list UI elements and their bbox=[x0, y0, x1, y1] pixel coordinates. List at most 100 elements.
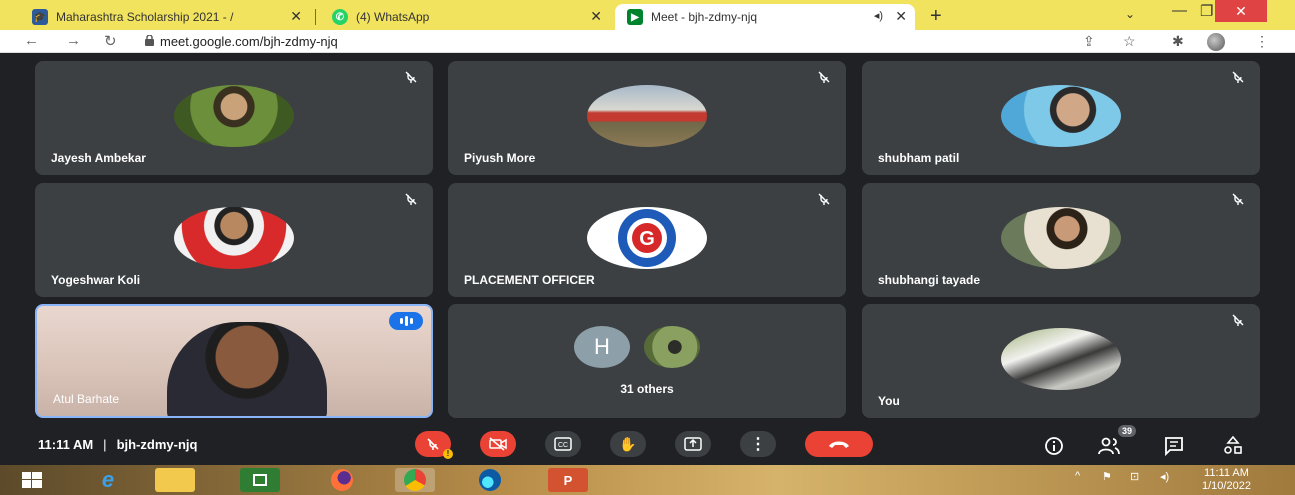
tab-divider bbox=[315, 9, 316, 25]
others-tile[interactable]: H 31 others bbox=[448, 304, 846, 418]
bookmark-star-icon[interactable]: ☆ bbox=[1123, 33, 1136, 50]
menu-kebab-icon[interactable]: ⋮ bbox=[1255, 33, 1269, 50]
google-meet-icon: ▶ bbox=[627, 9, 643, 25]
microphone-toggle-button[interactable]: ! bbox=[415, 431, 453, 459]
participant-tile[interactable]: G PLACEMENT OFFICER bbox=[448, 183, 846, 297]
minimize-button[interactable]: — bbox=[1172, 2, 1187, 19]
windows-start-icon[interactable] bbox=[18, 468, 46, 492]
mic-off-icon bbox=[405, 193, 417, 205]
participant-name: PLACEMENT OFFICER bbox=[464, 273, 595, 287]
browser-tab-strip: 🎓 Maharashtra Scholarship 2021 - / ✕ ✆ (… bbox=[0, 0, 1295, 30]
separator: | bbox=[103, 437, 107, 452]
system-clock[interactable]: 11:11 AM 1/10/2022 bbox=[1202, 467, 1251, 493]
file-explorer-icon[interactable] bbox=[155, 468, 195, 492]
avatar bbox=[587, 85, 707, 147]
hand-icon: ✋ bbox=[619, 435, 637, 452]
more-vert-icon: ⋮ bbox=[750, 436, 766, 453]
edge-icon[interactable] bbox=[470, 468, 510, 492]
hang-up-phone-icon bbox=[829, 441, 849, 448]
action-center-flag-icon[interactable]: ⚑ bbox=[1102, 470, 1112, 483]
profile-avatar[interactable] bbox=[1207, 33, 1225, 51]
mic-off-icon bbox=[405, 71, 417, 83]
participant-tile[interactable]: Piyush More bbox=[448, 61, 846, 175]
back-arrow-icon[interactable]: ← bbox=[24, 32, 39, 49]
close-tab-icon[interactable]: ✕ bbox=[290, 8, 302, 25]
people-icon[interactable] bbox=[1098, 435, 1120, 457]
network-icon[interactable]: ⊡ bbox=[1130, 470, 1139, 483]
mic-off-icon bbox=[427, 438, 439, 450]
participant-name: Yogeshwar Koli bbox=[51, 273, 141, 287]
svg-text:CC: CC bbox=[558, 442, 568, 449]
new-tab-button[interactable]: + bbox=[930, 5, 942, 28]
meet-control-bar: 11:11 AM | bjh-zdmy-njq ! CC ✋ ⋮ 39 bbox=[0, 425, 1295, 465]
meet-video-grid: Jayesh Ambekar Piyush More shubham patil… bbox=[0, 53, 1295, 425]
tab-scholarship[interactable]: 🎓 Maharashtra Scholarship 2021 - / ✕ bbox=[20, 4, 310, 30]
participant-name: Piyush More bbox=[464, 151, 536, 165]
participant-tile[interactable]: shubham patil bbox=[862, 61, 1260, 175]
meeting-time: 11:11 AM bbox=[38, 437, 94, 452]
tab-whatsapp[interactable]: ✆ (4) WhatsApp ✕ bbox=[320, 4, 610, 30]
camera-off-icon bbox=[489, 437, 507, 451]
leave-call-button[interactable] bbox=[805, 431, 873, 457]
avatar bbox=[1001, 328, 1121, 390]
tab-label: (4) WhatsApp bbox=[356, 10, 430, 24]
share-icon[interactable]: ⇪ bbox=[1083, 33, 1095, 50]
lock-icon[interactable] bbox=[145, 35, 154, 46]
college-seal-icon: G bbox=[618, 209, 676, 267]
firefox-icon[interactable] bbox=[322, 468, 362, 492]
tab-label: Maharashtra Scholarship 2021 - / bbox=[56, 10, 234, 24]
chat-icon[interactable] bbox=[1163, 435, 1185, 457]
avatar bbox=[1001, 207, 1121, 269]
powerpoint-icon[interactable]: P bbox=[548, 468, 588, 492]
forward-arrow-icon[interactable]: → bbox=[66, 32, 81, 49]
self-tile[interactable]: You bbox=[862, 304, 1260, 418]
participant-tile-speaking[interactable]: Atul Barhate bbox=[35, 304, 433, 418]
closed-captions-icon: CC bbox=[554, 437, 572, 451]
participant-name: Jayesh Ambekar bbox=[51, 151, 146, 165]
close-tab-icon[interactable]: ✕ bbox=[590, 8, 602, 25]
avatar bbox=[174, 85, 294, 147]
camera-toggle-button[interactable] bbox=[480, 431, 516, 457]
participant-tile[interactable]: shubhangi tayade bbox=[862, 183, 1260, 297]
mic-off-icon bbox=[818, 71, 830, 83]
reload-icon[interactable]: ↻ bbox=[104, 32, 117, 50]
audio-playing-icon[interactable]: ◂) bbox=[874, 9, 883, 22]
whatsapp-icon: ✆ bbox=[332, 9, 348, 25]
internet-explorer-icon[interactable]: e bbox=[88, 467, 128, 492]
extensions-puzzle-icon[interactable]: ✱ bbox=[1172, 33, 1184, 50]
mic-off-icon bbox=[1232, 71, 1244, 83]
participant-tile[interactable]: Jayesh Ambekar bbox=[35, 61, 433, 175]
avatar-initial: H bbox=[574, 326, 630, 368]
participant-name: Atul Barhate bbox=[53, 392, 120, 406]
graduation-cap-icon: 🎓 bbox=[32, 9, 48, 25]
restore-button[interactable]: ❐ bbox=[1200, 2, 1213, 20]
close-tab-icon[interactable]: ✕ bbox=[895, 8, 907, 25]
clock-date: 1/10/2022 bbox=[1202, 480, 1251, 492]
avatar bbox=[174, 207, 294, 269]
present-screen-button[interactable] bbox=[675, 431, 711, 457]
present-screen-icon bbox=[684, 437, 702, 451]
chrome-icon[interactable] bbox=[395, 468, 435, 492]
mic-off-icon bbox=[1232, 314, 1244, 326]
svg-text:G: G bbox=[639, 228, 655, 250]
store-icon[interactable] bbox=[240, 468, 280, 492]
meeting-info-icon[interactable] bbox=[1043, 435, 1065, 457]
avatar bbox=[1001, 85, 1121, 147]
windows-taskbar: e P ^ ⚑ ⊡ ◂) 11:11 AM 1/10/2022 bbox=[0, 465, 1295, 495]
participant-count-badge: 39 bbox=[1118, 425, 1137, 437]
participant-tile[interactable]: Yogeshwar Koli bbox=[35, 183, 433, 297]
tab-meet[interactable]: ▶ Meet - bjh-zdmy-njq ◂) ✕ bbox=[615, 4, 915, 30]
avatar bbox=[644, 326, 700, 368]
tab-search-icon[interactable]: ⌄ bbox=[1125, 7, 1135, 21]
raise-hand-button[interactable]: ✋ bbox=[610, 431, 646, 457]
participant-name: shubhangi tayade bbox=[878, 273, 981, 287]
show-hidden-icons-icon[interactable]: ^ bbox=[1075, 470, 1080, 482]
activities-icon[interactable] bbox=[1222, 435, 1244, 457]
captions-button[interactable]: CC bbox=[545, 431, 581, 457]
more-options-button[interactable]: ⋮ bbox=[740, 431, 776, 457]
mic-off-icon bbox=[1232, 193, 1244, 205]
volume-icon[interactable]: ◂) bbox=[1160, 470, 1169, 483]
mic-off-icon bbox=[818, 193, 830, 205]
close-window-button[interactable]: ✕ bbox=[1215, 0, 1267, 22]
url-field[interactable]: meet.google.com/bjh-zdmy-njq bbox=[160, 34, 338, 49]
